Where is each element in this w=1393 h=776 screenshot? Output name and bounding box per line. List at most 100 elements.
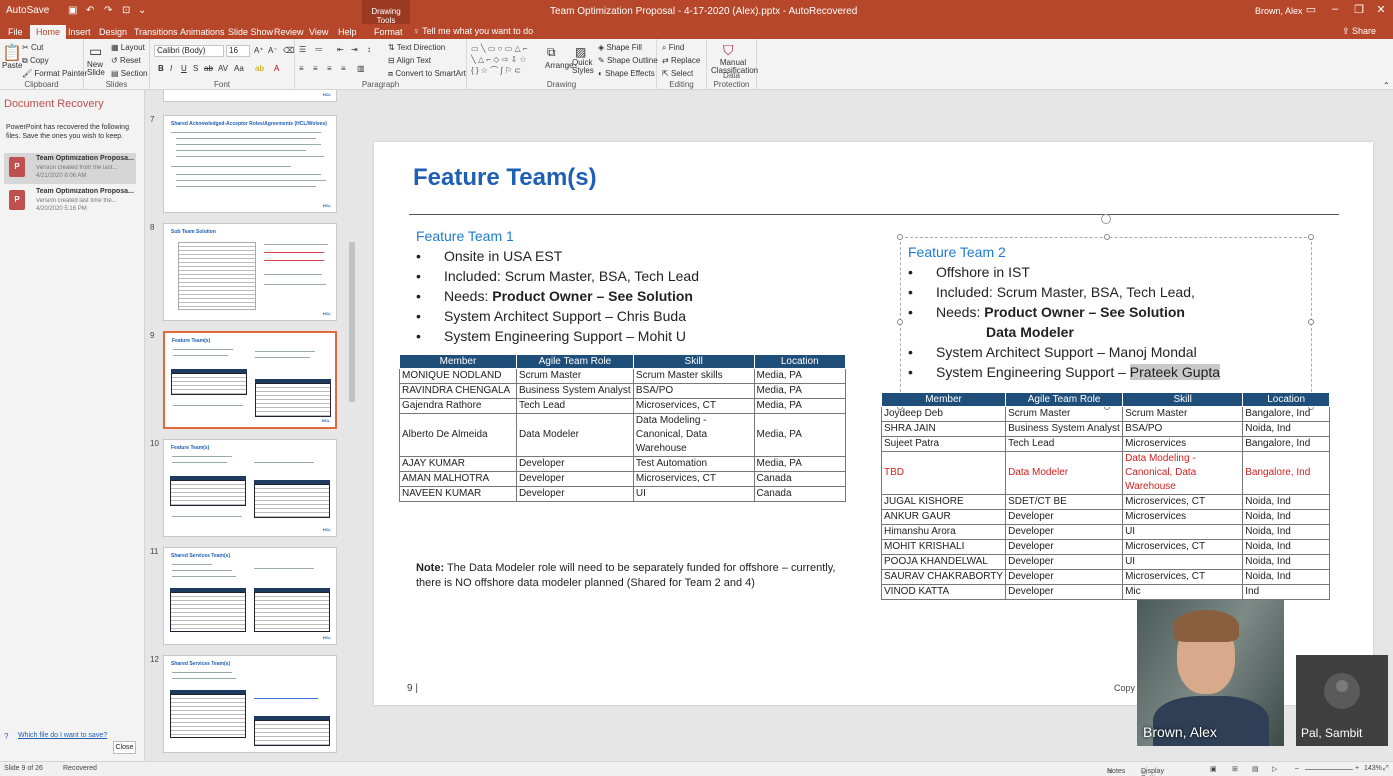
font-size-select[interactable]: 16 xyxy=(226,45,250,57)
tab-help[interactable]: Help xyxy=(332,25,363,39)
paste-button[interactable]: Paste xyxy=(2,61,22,70)
font-name-select[interactable]: Calibri (Body) xyxy=(154,45,224,57)
normal-view-icon[interactable]: ▣ xyxy=(1210,765,1217,773)
decrease-indent-icon[interactable]: ⇤ xyxy=(337,45,344,54)
team2-table[interactable]: Member Agile Team Role Skill Location Joyde… xyxy=(880,392,1330,600)
find-button[interactable]: ⌕ Find xyxy=(662,43,684,53)
tab-view[interactable]: View xyxy=(303,25,334,39)
table-row[interactable]: AJAY KUMAR Developer Test Automation Media,… xyxy=(399,456,847,472)
slide-title[interactable]: Feature Team(s) xyxy=(413,164,597,192)
collapse-ribbon-icon[interactable]: ⌃ xyxy=(1383,81,1390,90)
new-slide-icon[interactable]: ▭ xyxy=(89,43,102,60)
video-tile-alex[interactable]: Brown, Alex xyxy=(1137,600,1284,746)
redo-icon[interactable]: ↷ xyxy=(104,5,112,16)
thumbnail-scrollbar[interactable] xyxy=(348,92,356,758)
align-text-button[interactable]: ⊟ Align Text xyxy=(388,56,431,65)
replace-button[interactable]: ⇄ Replace xyxy=(662,56,700,65)
zoom-out-icon[interactable]: – xyxy=(1295,765,1299,772)
table-row[interactable]: Gajendra Rathore Tech Lead Microservices, … xyxy=(399,398,847,414)
line-spacing-icon[interactable]: ↕ xyxy=(367,45,371,54)
align-left-icon[interactable]: ≡ xyxy=(299,64,304,73)
shape-outline-button[interactable]: ✎ Shape Outline xyxy=(598,56,658,65)
share-button[interactable]: ⇪ Share xyxy=(1342,26,1376,37)
text-direction-button[interactable]: ⇅ Text Direction xyxy=(388,43,445,52)
columns-icon[interactable]: ▥ xyxy=(357,64,365,73)
slide-thumbnail-10[interactable]: Feature Team(s) HCL xyxy=(163,439,337,537)
which-file-link[interactable]: Which file do I want to save? xyxy=(18,732,107,739)
autosave-label[interactable]: AutoSave xyxy=(6,5,49,16)
slide-thumbnail-7[interactable]: Shared Acknowledged-Acceptor Roles/Agree… xyxy=(163,115,337,213)
italic-icon[interactable]: I xyxy=(170,64,172,73)
smartart-button[interactable]: ⧈ Convert to SmartArt xyxy=(388,69,466,79)
highlight-icon[interactable]: ab xyxy=(255,64,264,73)
table-row[interactable]: Himanshu Arora Developer UI Noida, Ind xyxy=(880,524,1330,540)
table-row[interactable]: Joydeep Deb Scrum Master Scrum Master Banga… xyxy=(880,406,1330,422)
select-button[interactable]: ⇱ Select xyxy=(662,69,693,78)
table-row[interactable]: Alberto De Almeida Data Modeler Data Model… xyxy=(399,413,847,457)
scrollbar-thumb[interactable] xyxy=(349,242,355,402)
tab-file[interactable]: File xyxy=(2,25,29,39)
video-tile-pal[interactable]: Pal, Sambit xyxy=(1296,655,1388,746)
customize-toolbar-icon[interactable]: ⌄ xyxy=(138,5,146,16)
tab-design[interactable]: Design xyxy=(93,25,133,39)
table-row[interactable]: MONIQUE NODLAND Scrum Master Scrum Master … xyxy=(399,368,847,384)
bullets-icon[interactable]: ☰ xyxy=(299,45,306,54)
font-color-icon[interactable]: A xyxy=(274,64,279,73)
quick-styles-button[interactable]: Quick Styles xyxy=(572,59,594,75)
zoom-level[interactable]: 143% xyxy=(1364,765,1382,772)
align-right-icon[interactable]: ≡ xyxy=(327,64,332,73)
resize-handle[interactable] xyxy=(897,234,903,240)
slideshow-icon[interactable]: ▷ xyxy=(1272,765,1277,773)
slide-thumbnail-12[interactable]: Shared Services Team(s) xyxy=(163,655,337,753)
table-row[interactable]: TBD Data Modeler Data Modeling - Canonical… xyxy=(880,451,1330,495)
restore-icon[interactable]: ❐ xyxy=(1348,3,1370,19)
increase-font-icon[interactable]: A⁺ xyxy=(254,46,264,55)
shadow-icon[interactable]: S xyxy=(193,64,198,73)
resize-handle[interactable] xyxy=(1104,234,1110,240)
undo-icon[interactable]: ↶ xyxy=(86,5,94,16)
slide-thumbnail-6[interactable]: HCL xyxy=(163,90,337,102)
numbering-icon[interactable]: ≔ xyxy=(315,45,323,54)
table-row[interactable]: RAVINDRA CHENGALA Business System Analyst… xyxy=(399,383,847,399)
paste-icon[interactable]: 📋 xyxy=(2,43,22,63)
slide-thumbnail-9[interactable]: Feature Team(s) HCL xyxy=(163,331,337,429)
shield-icon[interactable]: ⛉ xyxy=(723,42,734,59)
rotate-handle-icon[interactable] xyxy=(1101,214,1111,224)
shape-effects-button[interactable]: ◐ Shape Effects xyxy=(598,69,655,78)
table-row[interactable]: AMAN MALHOTRA Developer Microservices, CT C… xyxy=(399,471,847,487)
slide-note[interactable]: Note: The Data Modeler role will need to… xyxy=(416,561,836,591)
zoom-slider[interactable] xyxy=(1305,769,1353,770)
slide-sorter-icon[interactable]: ⊞ xyxy=(1232,765,1238,773)
format-painter-button[interactable]: 🖌 Format Painter xyxy=(22,69,87,78)
strikethrough-icon[interactable]: ab xyxy=(204,64,213,73)
cut-button[interactable]: ✂ Cut xyxy=(22,43,43,52)
clear-format-icon[interactable]: ⌫ xyxy=(283,46,294,55)
team2-bullets[interactable]: Offshore in IST Included: Scrum Master, … xyxy=(908,262,1221,382)
slide-thumbnail-11[interactable]: Shared Services Team(s) HCL xyxy=(163,547,337,645)
align-center-icon[interactable]: ≡ xyxy=(313,64,318,73)
reading-view-icon[interactable]: ▤ xyxy=(1252,765,1259,773)
copy-button[interactable]: ⧉ Copy xyxy=(22,56,49,66)
shape-fill-button[interactable]: ◈ Shape Fill xyxy=(598,43,642,52)
table-row[interactable]: SHRA JAIN Business System Analyst BSA/PO No… xyxy=(880,421,1330,437)
team2-heading[interactable]: Feature Team 2 xyxy=(908,244,1006,260)
increase-indent-icon[interactable]: ⇥ xyxy=(351,45,358,54)
table-row[interactable]: JUGAL KISHORE SDET/CT BE Microservices, CT… xyxy=(880,494,1330,510)
table-row[interactable]: SAURAV CHAKRABORTY Developer Microservices… xyxy=(880,569,1330,585)
layout-button[interactable]: ▦ Layout xyxy=(111,43,145,52)
team1-bullets[interactable]: Onsite in USA EST Included: Scrum Master… xyxy=(416,246,699,346)
bold-icon[interactable]: B xyxy=(158,64,164,73)
tab-format[interactable]: Format xyxy=(368,25,409,39)
tab-home[interactable]: Home xyxy=(30,25,67,39)
recovered-file-item[interactable]: P Team Optimization Proposa... Version c… xyxy=(4,153,136,184)
table-row[interactable]: NAVEEN KUMAR Developer UI Canada xyxy=(399,486,847,502)
reset-button[interactable]: ↺ Reset xyxy=(111,56,141,65)
tell-me-search[interactable]: ♀ Tell me what you want to do xyxy=(413,26,533,36)
resize-handle[interactable] xyxy=(1308,319,1314,325)
save-icon[interactable]: ▣ xyxy=(68,5,77,16)
tab-insert[interactable]: Insert xyxy=(62,25,97,39)
close-recovery-button[interactable]: Close xyxy=(113,741,136,754)
arrange-icon[interactable]: ⧉ xyxy=(547,45,556,60)
zoom-in-icon[interactable]: + xyxy=(1355,765,1359,772)
slide-thumbnail-8[interactable]: Sub Team Solution HCL xyxy=(163,223,337,321)
